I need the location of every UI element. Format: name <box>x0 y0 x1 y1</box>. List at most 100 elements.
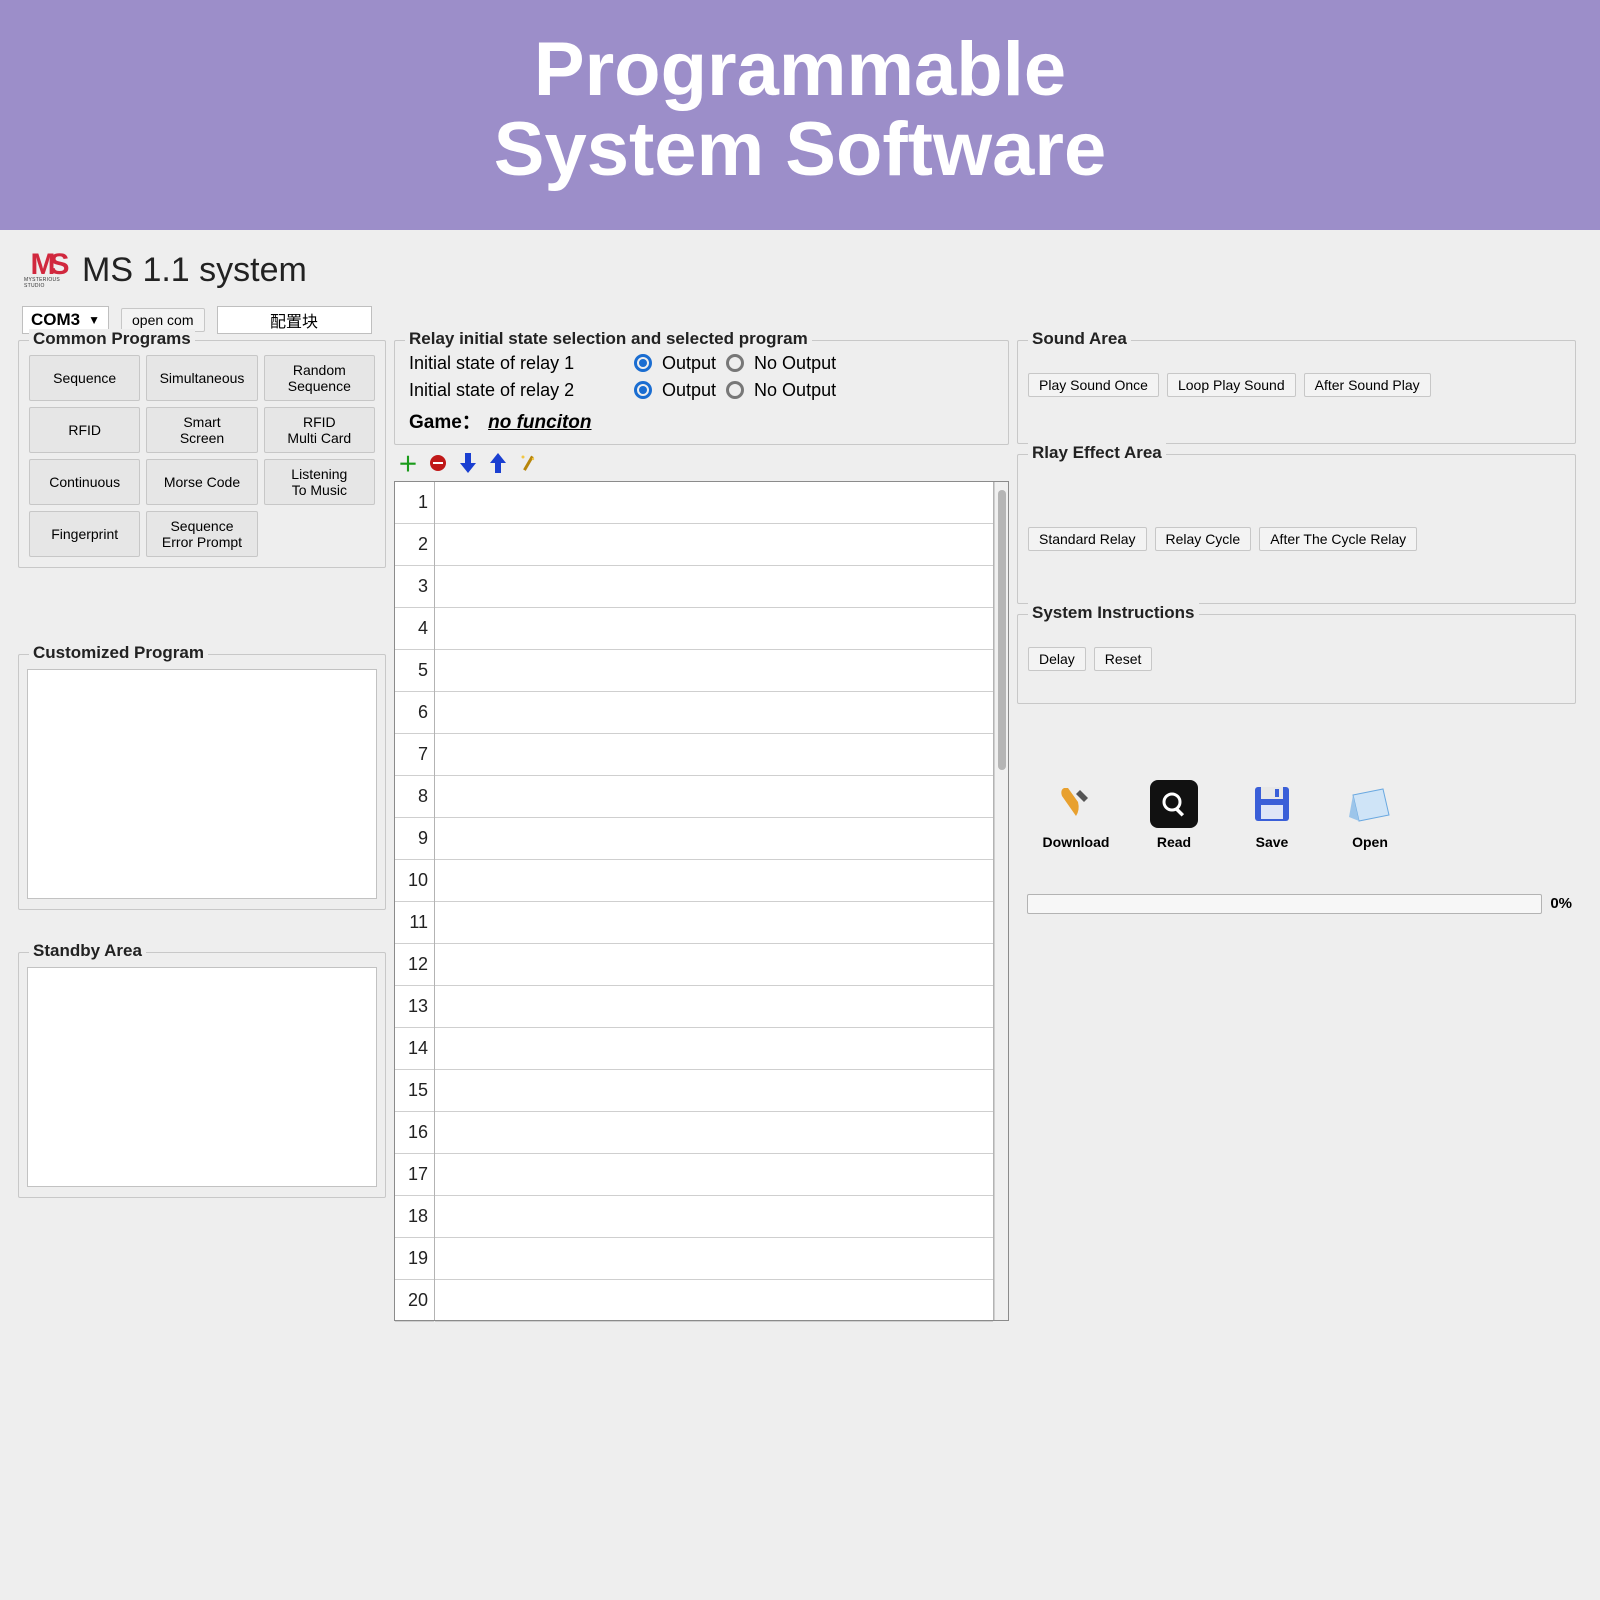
sound-button-0[interactable]: Play Sound Once <box>1028 373 1159 397</box>
read-label: Read <box>1157 834 1191 850</box>
grid-row-num: 13 <box>395 986 434 1028</box>
grid-row[interactable] <box>435 482 993 524</box>
grid-row-num: 10 <box>395 860 434 902</box>
grid-row[interactable] <box>435 944 993 986</box>
relay1-label: Initial state of relay 1 <box>409 353 624 374</box>
logo-icon: MS <box>31 253 64 277</box>
relay-effect-button-0[interactable]: Standard Relay <box>1028 527 1147 551</box>
grid-row[interactable] <box>435 566 993 608</box>
grid-row-num: 2 <box>395 524 434 566</box>
relay-state-legend: Relay initial state selection and select… <box>405 329 812 349</box>
relay2-nooutput-radio[interactable] <box>726 381 744 399</box>
common-programs-group: Common Programs SequenceSimultaneousRand… <box>18 340 386 568</box>
sound-area-group: Sound Area Play Sound OnceLoop Play Soun… <box>1017 340 1576 444</box>
program-button-8[interactable]: ListeningTo Music <box>264 459 375 505</box>
system-button-1[interactable]: Reset <box>1094 647 1153 671</box>
grid-row-num: 12 <box>395 944 434 986</box>
relay-effect-button-2[interactable]: After The Cycle Relay <box>1259 527 1417 551</box>
customized-program-area[interactable] <box>27 669 377 899</box>
arrow-up-icon[interactable] <box>488 453 508 473</box>
program-button-7[interactable]: Morse Code <box>146 459 257 505</box>
read-button[interactable]: Read <box>1139 780 1209 850</box>
grid-row-num: 19 <box>395 1238 434 1280</box>
wand-icon[interactable] <box>518 453 538 473</box>
open-label: Open <box>1352 834 1388 850</box>
remove-icon[interactable] <box>428 453 448 473</box>
grid-row[interactable] <box>435 734 993 776</box>
grid-row[interactable] <box>435 1280 993 1322</box>
grid-row[interactable] <box>435 776 993 818</box>
relay1-nooutput-radio[interactable] <box>726 354 744 372</box>
grid-row-num: 9 <box>395 818 434 860</box>
sound-button-1[interactable]: Loop Play Sound <box>1167 373 1296 397</box>
add-icon[interactable]: ＋ <box>398 453 418 473</box>
grid-row-num: 7 <box>395 734 434 776</box>
program-button-5[interactable]: RFIDMulti Card <box>264 407 375 453</box>
relay1-nooutput-label: No Output <box>754 353 836 374</box>
relay2-label: Initial state of relay 2 <box>409 380 624 401</box>
program-button-2[interactable]: RandomSequence <box>264 355 375 401</box>
relay1-row: Initial state of relay 1 Output No Outpu… <box>409 353 994 374</box>
grid-row-num: 8 <box>395 776 434 818</box>
config-block-label: 配置块 <box>270 308 318 332</box>
grid-row[interactable] <box>435 1196 993 1238</box>
config-block-field[interactable]: 配置块 <box>217 306 372 334</box>
game-label: Game： <box>409 412 481 433</box>
program-button-10[interactable]: SequenceError Prompt <box>146 511 257 557</box>
grid-row[interactable] <box>435 1070 993 1112</box>
program-button-9[interactable]: Fingerprint <box>29 511 140 557</box>
grid-scrollbar[interactable] <box>994 482 1008 1320</box>
banner-line-2: System Software <box>0 110 1600 190</box>
program-button-3[interactable]: RFID <box>29 407 140 453</box>
open-icon <box>1346 780 1394 828</box>
program-grid[interactable]: 1234567891011121314151617181920 <box>394 481 1009 1321</box>
grid-row[interactable] <box>435 608 993 650</box>
grid-row[interactable] <box>435 1112 993 1154</box>
sound-area-legend: Sound Area <box>1028 329 1131 349</box>
relay2-output-radio[interactable] <box>634 381 652 399</box>
program-button-4[interactable]: SmartScreen <box>146 407 257 453</box>
grid-row-num: 1 <box>395 482 434 524</box>
grid-row[interactable] <box>435 986 993 1028</box>
grid-row-header: 1234567891011121314151617181920 <box>395 482 435 1320</box>
grid-row-num: 14 <box>395 1028 434 1070</box>
grid-row[interactable] <box>435 1154 993 1196</box>
grid-row[interactable] <box>435 1028 993 1070</box>
arrow-down-icon[interactable] <box>458 453 478 473</box>
open-button[interactable]: Open <box>1335 780 1405 850</box>
game-value: no funciton <box>488 412 591 433</box>
title-banner: Programmable System Software <box>0 0 1600 230</box>
grid-row[interactable] <box>435 902 993 944</box>
grid-row-num: 18 <box>395 1196 434 1238</box>
program-button-0[interactable]: Sequence <box>29 355 140 401</box>
app-header: MS MYSTERIOUS STUDIO MS 1.1 system <box>10 240 1590 300</box>
grid-body[interactable] <box>435 482 994 1320</box>
grid-row[interactable] <box>435 692 993 734</box>
standby-area[interactable] <box>27 967 377 1187</box>
program-button-6[interactable]: Continuous <box>29 459 140 505</box>
progress-bar <box>1027 894 1542 914</box>
logo: MS MYSTERIOUS STUDIO <box>24 248 70 294</box>
system-button-0[interactable]: Delay <box>1028 647 1086 671</box>
relay1-output-radio[interactable] <box>634 354 652 372</box>
program-button-1[interactable]: Simultaneous <box>146 355 257 401</box>
grid-row[interactable] <box>435 524 993 566</box>
progress-row: 0% <box>1017 860 1576 914</box>
system-instructions-group: System Instructions DelayReset <box>1017 614 1576 704</box>
grid-row[interactable] <box>435 860 993 902</box>
grid-row[interactable] <box>435 1238 993 1280</box>
read-icon <box>1150 780 1198 828</box>
grid-row-num: 17 <box>395 1154 434 1196</box>
save-button[interactable]: Save <box>1237 780 1307 850</box>
relay2-nooutput-label: No Output <box>754 380 836 401</box>
relay-effect-legend: Rlay Effect Area <box>1028 443 1166 463</box>
grid-row-num: 15 <box>395 1070 434 1112</box>
relay-effect-button-1[interactable]: Relay Cycle <box>1155 527 1252 551</box>
sound-button-2[interactable]: After Sound Play <box>1304 373 1431 397</box>
logo-subtext: MYSTERIOUS STUDIO <box>24 277 70 289</box>
grid-row[interactable] <box>435 818 993 860</box>
grid-row-num: 4 <box>395 608 434 650</box>
grid-row-num: 16 <box>395 1112 434 1154</box>
grid-row[interactable] <box>435 650 993 692</box>
download-button[interactable]: Download <box>1041 780 1111 850</box>
